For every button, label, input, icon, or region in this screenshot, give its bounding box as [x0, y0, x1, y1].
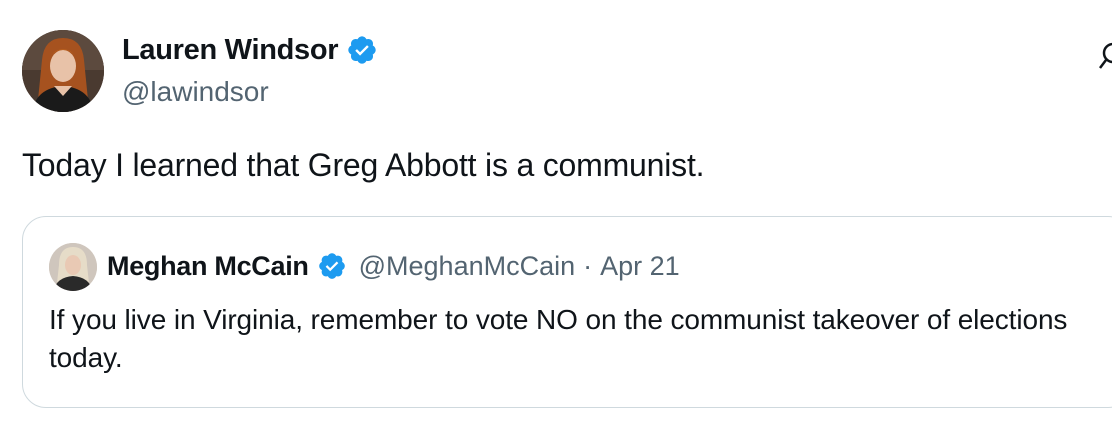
more-icon[interactable] — [1096, 38, 1112, 72]
author-name-row[interactable]: Lauren Windsor — [122, 32, 378, 68]
header-separator: · — [583, 251, 593, 281]
author-avatar[interactable] — [22, 30, 104, 112]
author-avatar-image — [22, 30, 104, 112]
quoted-tweet-date[interactable]: Apr 21 — [600, 249, 680, 283]
quoted-tweet-card[interactable]: Meghan McCain @MeghanMcCain · Apr 21 If … — [22, 216, 1112, 408]
quoted-author-handle[interactable]: @MeghanMcCain — [359, 249, 576, 283]
author-name[interactable]: Lauren Windsor — [122, 32, 339, 68]
author-handle[interactable]: @lawindsor — [122, 75, 269, 109]
quoted-tweet-text: If you live in Virginia, remember to vot… — [49, 304, 1068, 373]
quoted-tweet-header: Meghan McCain @MeghanMcCain · Apr 21 — [107, 249, 680, 283]
quoted-author-avatar-image — [49, 243, 97, 291]
tweet: Lauren Windsor @lawindsor Today I learne… — [0, 0, 1112, 426]
tweet-text: Today I learned that Greg Abbott is a co… — [22, 147, 705, 183]
quoted-author-avatar[interactable] — [49, 243, 97, 291]
verified-badge-icon — [348, 36, 376, 64]
verified-badge-icon — [318, 253, 345, 279]
quoted-author-name[interactable]: Meghan McCain — [107, 249, 309, 283]
